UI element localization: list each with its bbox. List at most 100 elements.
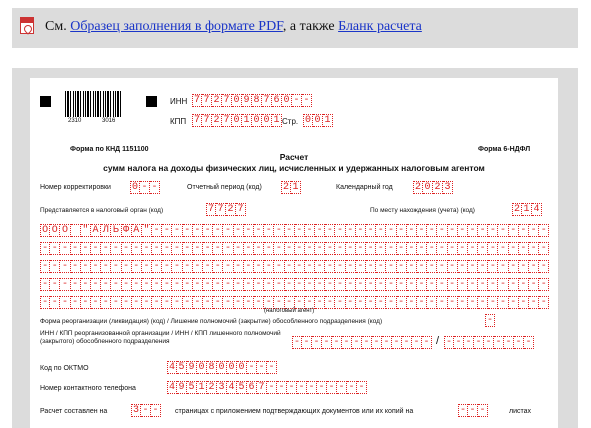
form-cell[interactable]: - xyxy=(488,260,499,273)
form-cell[interactable]: - xyxy=(376,224,387,237)
form-cell[interactable]: - xyxy=(70,260,81,273)
form-cell[interactable]: - xyxy=(362,336,372,349)
form-cell[interactable]: - xyxy=(447,260,458,273)
form-cell[interactable]: - xyxy=(457,278,468,291)
form-cell[interactable]: - xyxy=(467,260,479,273)
form-cell[interactable]: - xyxy=(342,336,352,349)
form-cell[interactable]: - xyxy=(416,260,428,273)
form-cell[interactable]: - xyxy=(332,336,342,349)
form-cell[interactable]: - xyxy=(478,224,489,237)
form-cell[interactable]: - xyxy=(524,336,534,349)
form-cell[interactable]: - xyxy=(192,278,203,291)
form-cell[interactable]: - xyxy=(315,278,326,291)
form-cell[interactable]: - xyxy=(294,278,305,291)
form-cell[interactable]: - xyxy=(40,242,51,255)
form-cell[interactable]: - xyxy=(203,242,214,255)
form-cell[interactable]: - xyxy=(307,381,317,394)
form-cell[interactable]: - xyxy=(427,260,438,273)
form-cell[interactable]: - xyxy=(121,278,132,291)
form-cell[interactable]: - xyxy=(427,278,438,291)
form-cell[interactable]: - xyxy=(325,242,336,255)
form-cell[interactable]: - xyxy=(162,242,173,255)
form-cell[interactable]: - xyxy=(366,260,377,273)
authority-cells[interactable]: 7727 xyxy=(206,203,246,216)
form-cell[interactable]: - xyxy=(345,260,356,273)
form-cell[interactable]: - xyxy=(335,278,346,291)
form-cell[interactable]: - xyxy=(484,336,494,349)
form-cell[interactable]: 0 xyxy=(232,94,242,107)
form-cell[interactable]: - xyxy=(508,296,519,309)
form-cell[interactable]: - xyxy=(402,336,412,349)
form-cell[interactable]: 9 xyxy=(242,94,252,107)
form-cell[interactable]: - xyxy=(203,278,214,291)
form-cell[interactable]: - xyxy=(467,242,479,255)
form-cell[interactable]: - xyxy=(488,278,499,291)
form-cell[interactable]: - xyxy=(162,224,173,237)
form-cell[interactable]: - xyxy=(40,296,51,309)
form-cell[interactable]: - xyxy=(355,260,366,273)
form-cell[interactable]: - xyxy=(40,260,51,273)
form-cell[interactable]: - xyxy=(253,296,265,309)
form-cell[interactable]: 2 xyxy=(413,181,423,194)
form-cell[interactable]: - xyxy=(437,296,448,309)
form-cell[interactable]: - xyxy=(529,278,540,291)
form-cell[interactable]: - xyxy=(257,361,267,374)
form-cell[interactable]: Л xyxy=(101,224,112,237)
form-cell[interactable]: - xyxy=(274,224,285,237)
form-cell[interactable]: - xyxy=(504,336,514,349)
form-cell[interactable]: 7 xyxy=(206,203,216,216)
form-cell[interactable]: 2 xyxy=(281,181,291,194)
form-cell[interactable]: - xyxy=(539,278,550,291)
form-cell[interactable]: - xyxy=(223,224,234,237)
form-cell[interactable]: А xyxy=(131,224,142,237)
form-cell[interactable]: - xyxy=(182,242,193,255)
form-cell[interactable]: - xyxy=(141,242,153,255)
form-cell[interactable]: - xyxy=(427,224,438,237)
form-cell[interactable]: - xyxy=(172,260,183,273)
form-cell[interactable]: 6 xyxy=(247,381,257,394)
form-cell[interactable]: - xyxy=(50,296,61,309)
form-cell[interactable]: - xyxy=(437,224,448,237)
form-cell[interactable]: 1 xyxy=(323,114,333,127)
form-cell[interactable]: - xyxy=(382,336,392,349)
form-cell[interactable]: - xyxy=(518,278,529,291)
form-cell[interactable]: - xyxy=(292,94,302,107)
form-cell[interactable]: - xyxy=(90,242,102,255)
form-cell[interactable]: - xyxy=(366,242,377,255)
form-cell[interactable]: - xyxy=(80,296,91,309)
form-cell[interactable]: 3 xyxy=(217,381,227,394)
form-cell[interactable]: - xyxy=(253,260,265,273)
form-cell[interactable]: - xyxy=(416,296,428,309)
form-cell[interactable]: - xyxy=(294,224,305,237)
form-cell[interactable]: - xyxy=(90,296,102,309)
form-cell[interactable]: - xyxy=(264,278,275,291)
form-cell[interactable]: - xyxy=(357,381,367,394)
form-cell[interactable]: - xyxy=(422,336,432,349)
form-cell[interactable]: - xyxy=(352,336,362,349)
form-cell[interactable]: - xyxy=(264,242,275,255)
form-cell[interactable]: - xyxy=(355,278,366,291)
form-cell[interactable]: 7 xyxy=(222,114,232,127)
form-cell[interactable]: 7 xyxy=(192,114,202,127)
form-cell[interactable]: - xyxy=(396,224,407,237)
form-cell[interactable]: 7 xyxy=(202,114,212,127)
form-cell[interactable]: - xyxy=(529,296,540,309)
form-cell[interactable]: - xyxy=(233,260,244,273)
form-cell[interactable]: - xyxy=(192,296,203,309)
form-cell[interactable]: А xyxy=(90,224,102,237)
form-cell[interactable]: - xyxy=(304,260,316,273)
form-cell[interactable]: О xyxy=(50,224,61,237)
oktmo-cells[interactable]: 45908000--- xyxy=(167,361,277,374)
form-cell[interactable]: - xyxy=(140,181,150,194)
form-cell[interactable]: - xyxy=(488,242,499,255)
form-cell[interactable]: - xyxy=(80,260,91,273)
form-cell[interactable]: - xyxy=(121,260,132,273)
form-cell[interactable]: 7 xyxy=(216,203,226,216)
calc-form-link[interactable]: Бланк расчета xyxy=(338,19,422,34)
form-cell[interactable]: - xyxy=(335,296,346,309)
form-cell[interactable]: - xyxy=(60,242,71,255)
form-cell[interactable]: - xyxy=(267,381,277,394)
form-cell[interactable]: 0 xyxy=(237,361,247,374)
form-cell[interactable]: - xyxy=(508,260,519,273)
form-cell[interactable]: - xyxy=(141,296,153,309)
